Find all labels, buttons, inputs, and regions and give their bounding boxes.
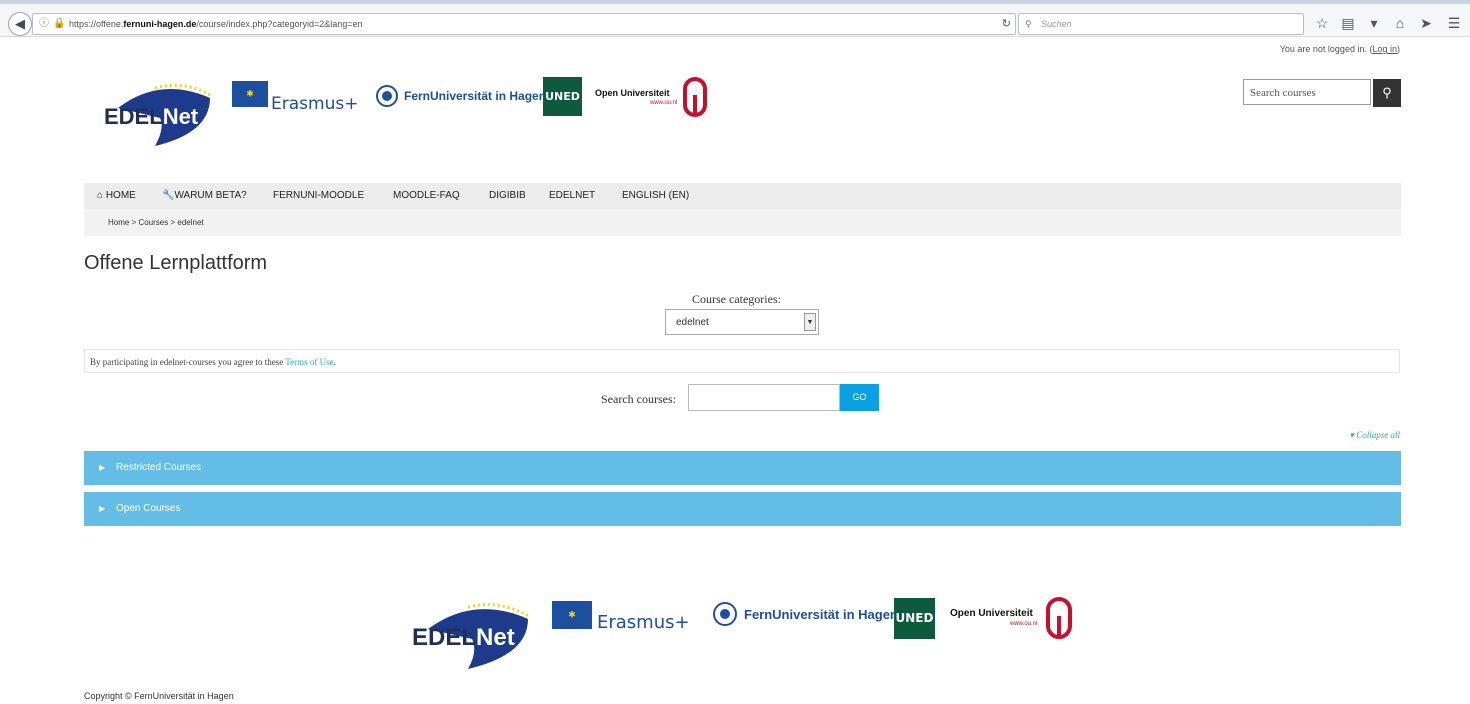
tab-strip-edge (0, 0, 1470, 4)
course-search-label: Search courses: (601, 392, 676, 406)
address-bar[interactable]: ⓘ 🔒 https://offene.fernuni-hagen.de/cour… (32, 13, 1016, 35)
category-select[interactable]: edelnet ▼ (665, 309, 819, 335)
nav-item-digibib[interactable]: DIGIBIB (489, 183, 526, 209)
home-icon: ⌂ (97, 190, 104, 201)
ou-logo-text: Open Universiteit (595, 88, 670, 98)
nav-item-moodle-faq[interactable]: MOODLE-FAQ (393, 183, 460, 209)
page-title: Offene Lernplattform (84, 252, 268, 274)
uned-logo: UNED (543, 77, 582, 116)
erasmus-footer-logo: Erasmus+ (597, 612, 690, 633)
fernuni-logo-icon (376, 85, 398, 107)
reload-icon[interactable]: ↻ (1002, 14, 1011, 34)
category-row-label: Open Courses (116, 503, 181, 514)
back-icon[interactable]: ◀ (8, 12, 32, 36)
fernuni-footer-logo: FernUniversität in Hagen (744, 607, 898, 622)
terms-notice: By participating in edelnet-courses you … (84, 349, 1400, 373)
pocket-icon[interactable]: ▾ (1364, 13, 1384, 33)
bookmarks-list-icon[interactable]: ▤ (1338, 13, 1358, 33)
terms-end: . (333, 357, 336, 367)
category-row-restricted[interactable]: ▶ Restricted Courses (84, 451, 1401, 485)
eu-flag-icon: ✱ (552, 601, 592, 629)
search-icon: ⚲ (1025, 19, 1032, 29)
caret-down-icon: ▾ (1349, 430, 1354, 440)
caret-right-icon: ▶ (99, 463, 106, 472)
menu-icon[interactable]: ☰ (1444, 13, 1464, 33)
nav-item-language[interactable]: ENGLISH (EN) (622, 183, 689, 209)
eu-flag-icon: ✱ (232, 81, 268, 107)
login-text: You are not logged in. ( (1279, 44, 1373, 54)
fernuni-logo: FernUniversität in Hagen (404, 89, 547, 103)
breadcrumb-text[interactable]: Home > Courses > edelnet (108, 209, 204, 236)
course-search-go-button[interactable]: GO (840, 384, 879, 411)
lock-icon[interactable]: 🔒 (53, 14, 65, 34)
main-navbar: ⌂ HOME 🔧WARUM BETA? FERNUNI-MOODLE MOODL… (84, 183, 1401, 209)
erasmus-logo: Erasmus+ (271, 94, 359, 114)
wrench-icon: 🔧 (162, 190, 175, 201)
nav-item-warum-beta[interactable]: 🔧WARUM BETA? (162, 183, 247, 209)
uned-footer-logo: UNED (894, 598, 935, 639)
terms-text: By participating in edelnet-courses you … (90, 357, 286, 367)
site-search-input[interactable]: Search courses (1243, 79, 1371, 105)
ou-footer-icon (1046, 597, 1072, 639)
site-search-button[interactable]: ⚲ (1373, 79, 1401, 107)
category-row-open[interactable]: ▶ Open Courses (84, 492, 1401, 526)
send-icon[interactable]: ➤ (1416, 13, 1436, 33)
edelnet-footer-text: EDELNet (412, 624, 515, 651)
browser-toolbar: ◀ ⓘ 🔒 https://offene.fernuni-hagen.de/co… (0, 0, 1470, 37)
copyright: Copyright © FernUniversität in Hagen (84, 691, 234, 701)
bookmark-star-icon[interactable]: ☆ (1312, 13, 1332, 33)
course-search-input[interactable] (688, 384, 840, 411)
chevron-down-icon: ▼ (804, 313, 816, 331)
home-icon[interactable]: ⌂ (1390, 13, 1410, 33)
category-selected-value: edelnet (676, 317, 709, 328)
url-text: https://offene.fernuni-hagen.de/course/i… (69, 19, 363, 29)
terms-link[interactable]: Terms of Use (285, 357, 333, 367)
breadcrumb: Home > Courses > edelnet (84, 209, 1401, 236)
category-label: Course categories: (692, 292, 781, 306)
info-icon[interactable]: ⓘ (39, 14, 49, 34)
login-info: You are not logged in. (Log in) (1280, 44, 1400, 54)
ou-footer-sub: www.ou.nl (1010, 621, 1038, 627)
collapse-all-link[interactable]: ▾ Collapse all (1349, 430, 1400, 441)
collapse-all-label: Collapse all (1356, 430, 1400, 440)
login-close: ) (1397, 44, 1400, 54)
nav-item-edelnet[interactable]: EDELNET (549, 183, 595, 209)
login-link[interactable]: Log in (1372, 44, 1397, 54)
nav-item-fernuni-moodle[interactable]: FERNUNI-MOODLE (273, 183, 364, 209)
ou-footer-text: Open Universiteit (950, 608, 1033, 619)
site-search: Search courses ⚲ (1243, 79, 1401, 107)
fernuni-footer-icon (713, 602, 737, 626)
caret-right-icon: ▶ (99, 504, 106, 513)
edelnet-logo-text: EDELNet (104, 104, 199, 129)
ou-logo-icon (683, 77, 707, 117)
browser-search-bar[interactable]: ⚲ Suchen (1018, 13, 1304, 35)
browser-search-placeholder: Suchen (1041, 19, 1072, 29)
search-icon: ⚲ (1382, 85, 1392, 100)
category-row-label: Restricted Courses (116, 462, 202, 473)
ou-logo-sub: www.ou.nl (650, 100, 678, 106)
nav-item-home[interactable]: ⌂ HOME (97, 183, 136, 209)
